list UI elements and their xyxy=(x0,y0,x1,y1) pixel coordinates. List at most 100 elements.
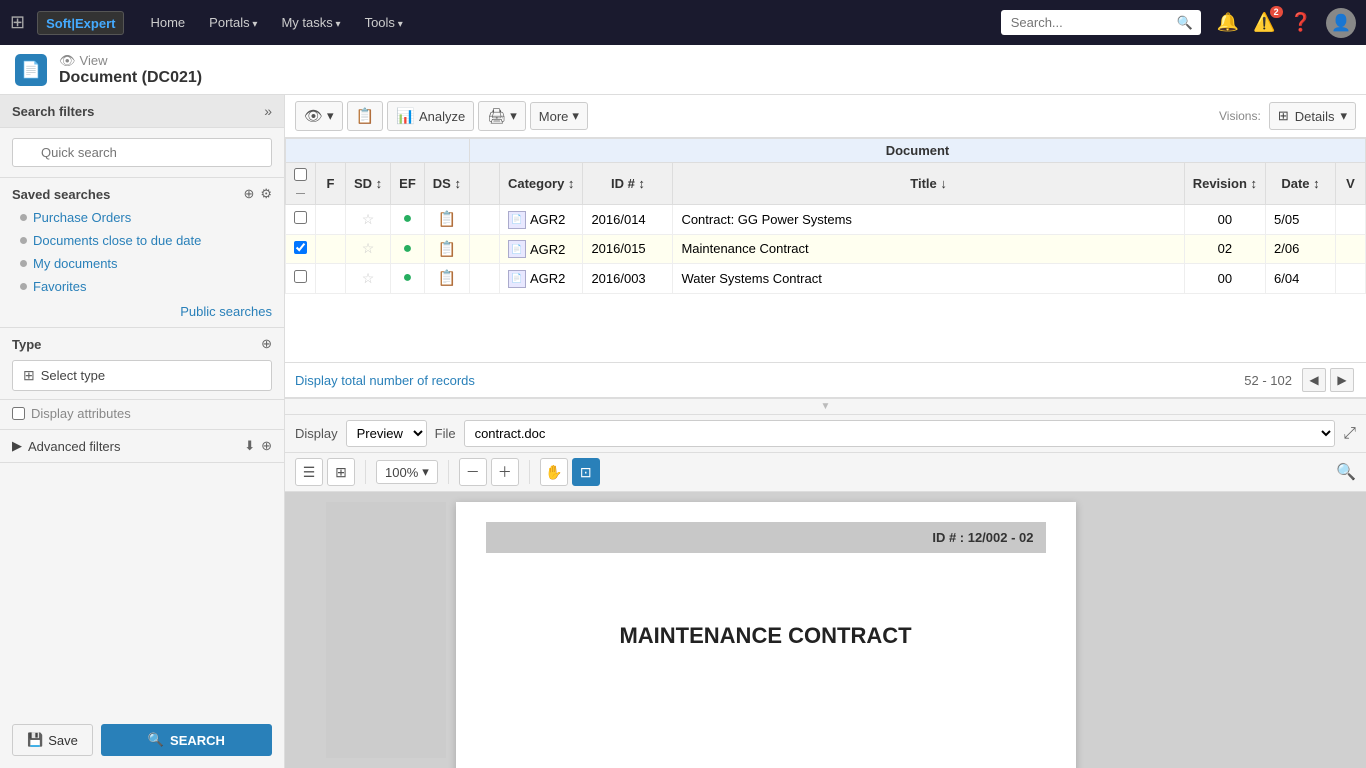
search-button[interactable]: 🔍 SEARCH xyxy=(101,724,272,756)
advanced-filters-header[interactable]: ▶ Advanced filters ⬇ ⊕ xyxy=(12,438,272,454)
settings-saved-search-icon[interactable]: ⚙ xyxy=(260,186,272,202)
help-button[interactable]: ❓ xyxy=(1290,12,1312,33)
grid-menu-icon[interactable]: ⊞ xyxy=(10,12,25,33)
page-title: Document (DC021) xyxy=(59,69,202,87)
col-id-header[interactable]: ID # ↕ xyxy=(583,163,673,205)
print-icon: 🖨 xyxy=(487,107,506,125)
pagination-prev-button[interactable]: ◀ xyxy=(1302,368,1326,392)
nav-portals[interactable]: Portals xyxy=(201,11,265,34)
row3-checkbox-cell[interactable] xyxy=(286,264,316,294)
zoom-in-button[interactable]: ＋ xyxy=(491,458,519,486)
display-select[interactable]: Preview xyxy=(346,420,427,447)
col-date-header[interactable]: Date ↕ xyxy=(1266,163,1336,205)
select-button[interactable]: ⊡ xyxy=(572,458,600,486)
edit-button[interactable]: 📋 xyxy=(347,101,384,131)
row3-status-icon: ● xyxy=(403,269,413,286)
select-type-button[interactable]: ⊞ Select type xyxy=(12,360,272,391)
download-icon[interactable]: ⬇ xyxy=(244,438,255,454)
display-attributes-label[interactable]: Display attributes xyxy=(12,406,272,421)
pagination-next-button[interactable]: ▶ xyxy=(1330,368,1354,392)
page-icon: 📄 xyxy=(15,54,47,86)
col-sd-header[interactable]: SD ↕ xyxy=(346,163,391,205)
row2-category-cell: 📄 AGR2 xyxy=(499,234,582,264)
table-row: ☆ ● 📋 📄 xyxy=(286,234,1366,264)
col-category-header[interactable]: Category ↕ xyxy=(499,163,582,205)
file-select[interactable]: contract.doc xyxy=(464,420,1336,447)
row1-checkbox-cell[interactable] xyxy=(286,205,316,235)
nav-my-tasks[interactable]: My tasks xyxy=(273,11,348,34)
save-button[interactable]: 💾 Save xyxy=(12,724,93,756)
row1-icon-cell xyxy=(469,205,499,235)
row3-title-cell: Water Systems Contract xyxy=(673,264,1184,294)
analyze-label: Analyze xyxy=(419,109,465,124)
add-saved-search-icon[interactable]: ⊕ xyxy=(243,186,254,202)
more-button[interactable]: More ▾ xyxy=(530,102,588,130)
row1-title-cell: Contract: GG Power Systems xyxy=(673,205,1184,235)
col-revision-header[interactable]: Revision ↕ xyxy=(1184,163,1265,205)
saved-search-my-documents[interactable]: My documents xyxy=(0,252,284,275)
saved-search-purchase-orders[interactable]: Purchase Orders xyxy=(0,206,284,229)
visions-label: Visions: xyxy=(1219,109,1261,123)
brand-logo[interactable]: Soft|Expert xyxy=(37,11,124,35)
row1-checkbox[interactable] xyxy=(294,211,307,224)
saved-search-close-to-due-date[interactable]: Documents close to due date xyxy=(0,229,284,252)
row3-star-icon[interactable]: ☆ xyxy=(362,270,375,286)
toolbar-separator xyxy=(365,460,366,484)
search-button-icon: 🔍 xyxy=(148,732,164,748)
grid-section: Document — F SD ↕ EF DS ↕ xyxy=(285,138,1366,398)
notifications-button[interactable]: 🔔 xyxy=(1217,12,1239,33)
quick-search-input[interactable] xyxy=(12,138,272,167)
navbar-search-input[interactable] xyxy=(1001,10,1201,35)
row3-checkbox[interactable] xyxy=(294,270,307,283)
analyze-button[interactable]: 📊 Analyze xyxy=(387,101,474,131)
row2-checkbox[interactable] xyxy=(294,241,307,254)
row1-status-icon: ● xyxy=(403,210,413,227)
sidebar-collapse-button[interactable]: » xyxy=(264,103,272,119)
alerts-button[interactable]: ⚠️ 2 xyxy=(1253,12,1275,33)
row2-checkbox-cell[interactable] xyxy=(286,234,316,264)
row3-icon-cell xyxy=(469,264,499,294)
col-f-header[interactable]: F xyxy=(316,163,346,205)
col-ds-header[interactable]: DS ↕ xyxy=(424,163,469,205)
zoom-out-button[interactable]: － xyxy=(459,458,487,486)
quick-search-container: 🔍 xyxy=(12,138,272,167)
navbar: ⊞ Soft|Expert Home Portals My tasks Tool… xyxy=(0,0,1366,45)
col-v-header[interactable]: V xyxy=(1336,163,1366,205)
select-all-header[interactable]: — xyxy=(286,163,316,205)
nav-home[interactable]: Home xyxy=(142,11,193,34)
chevron-right-icon: ▶ xyxy=(12,438,22,454)
sidebar-toggle-button[interactable]: ☰ xyxy=(295,458,323,486)
display-attributes-checkbox[interactable] xyxy=(12,407,25,420)
table-row: ☆ ● 📋 📄 xyxy=(286,205,1366,235)
row1-v-cell xyxy=(1336,205,1366,235)
user-avatar[interactable]: 👤 xyxy=(1326,8,1356,38)
nav-tools[interactable]: Tools xyxy=(357,11,411,34)
row2-sd-cell: ☆ xyxy=(346,234,391,264)
zoom-control[interactable]: 100% ▾ xyxy=(376,460,438,484)
divider-icon: ▼ xyxy=(821,401,831,412)
saved-searches-label: Saved searches xyxy=(12,187,110,202)
add-filter-icon[interactable]: ⊕ xyxy=(261,438,272,454)
preview-search-icon[interactable]: 🔍 xyxy=(1336,462,1356,482)
col-title-header[interactable]: Title ↓ xyxy=(673,163,1184,205)
row2-category-img: 📄 xyxy=(508,240,526,258)
pagination-total-link[interactable]: Display total number of records xyxy=(295,373,475,388)
expand-preview-button[interactable]: ⤢ xyxy=(1343,425,1356,443)
section-divider[interactable]: ▼ xyxy=(285,398,1366,415)
row3-date-cell: 6/04 xyxy=(1266,264,1336,294)
add-type-icon[interactable]: ⊕ xyxy=(261,336,272,352)
row2-star-icon[interactable]: ☆ xyxy=(362,240,375,256)
saved-search-label: Purchase Orders xyxy=(33,210,131,225)
row2-status-icon: ● xyxy=(403,240,413,257)
visions-select[interactable]: ⊞ Details ▾ xyxy=(1269,102,1356,130)
col-ef-header[interactable]: EF xyxy=(391,163,425,205)
print-button[interactable]: 🖨 ▾ xyxy=(478,101,526,131)
view-button[interactable]: 👁 ▾ xyxy=(295,101,343,131)
saved-search-favorites[interactable]: Favorites xyxy=(0,275,284,298)
public-searches-link[interactable]: Public searches xyxy=(0,298,284,328)
row1-star-icon[interactable]: ☆ xyxy=(362,211,375,227)
preview-doc-page: ID # : 12/002 - 02 MAINTENANCE CONTRACT xyxy=(456,502,1076,768)
thumbnail-button[interactable]: ⊞ xyxy=(327,458,355,486)
pan-button[interactable]: ✋ xyxy=(540,458,568,486)
select-all-checkbox[interactable] xyxy=(294,168,307,181)
